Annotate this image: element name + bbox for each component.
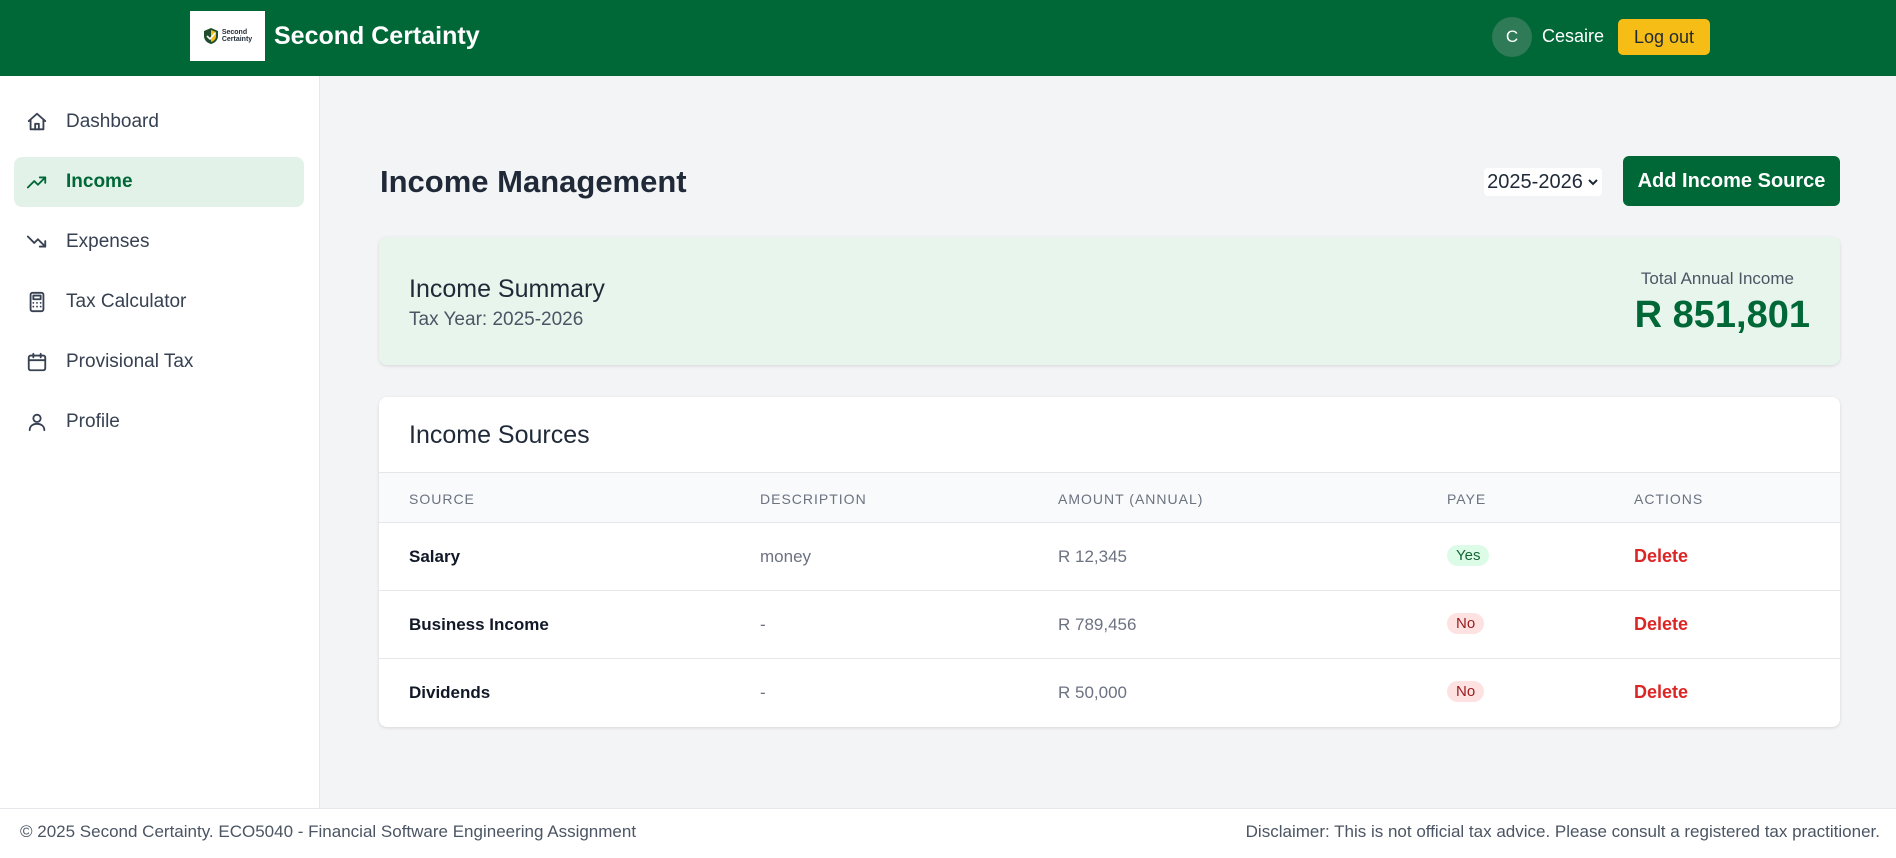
trending-up-icon bbox=[26, 176, 47, 189]
source-cell: Business Income bbox=[409, 615, 549, 634]
username: Cesaire bbox=[1542, 26, 1605, 46]
user-icon bbox=[28, 413, 46, 432]
paye-badge: No bbox=[1447, 681, 1485, 702]
footer-disclaimer: Disclaimer: This is not official tax adv… bbox=[1245, 822, 1880, 841]
sidebar: Dashboard Income Expenses Tax Calculator… bbox=[0, 76, 320, 808]
total-income-value: R 851,801 bbox=[1634, 294, 1810, 336]
sidebar-item-provisional-tax[interactable]: Provisional Tax bbox=[14, 337, 304, 387]
column-header-actions: ACTIONS bbox=[1634, 491, 1704, 507]
chevron-down-icon bbox=[1588, 179, 1598, 186]
sidebar-item-label: Dashboard bbox=[66, 111, 159, 132]
footer-copyright: © 2025 Second Certainty. ECO5040 - Finan… bbox=[20, 822, 637, 841]
logo-wordmark: Second Certainty bbox=[222, 29, 252, 43]
summary-tax-year: Tax Year: 2025-2026 bbox=[409, 309, 584, 330]
logo-text-2: Certainty bbox=[221, 36, 253, 43]
table-row: Business Income - R 789,456 No Delete bbox=[379, 591, 1840, 659]
table-row: Dividends - R 50,000 No Delete bbox=[379, 659, 1840, 727]
delete-button[interactable]: Delete bbox=[1634, 614, 1688, 635]
column-header-paye: PAYE bbox=[1447, 491, 1487, 507]
amount-cell: R 50,000 bbox=[1058, 683, 1127, 702]
delete-button[interactable]: Delete bbox=[1634, 546, 1688, 567]
avatar[interactable]: C bbox=[1492, 17, 1532, 57]
tax-year-select-value: 2025-2026 bbox=[1487, 170, 1583, 193]
description-cell: - bbox=[760, 615, 766, 634]
logo[interactable]: Second Certainty bbox=[190, 11, 265, 61]
trending-down-icon bbox=[26, 235, 47, 248]
paye-badge: Yes bbox=[1447, 545, 1490, 566]
logout-button[interactable]: Log out bbox=[1618, 19, 1710, 55]
column-header-description: DESCRIPTION bbox=[760, 491, 867, 507]
page-title: Income Management bbox=[380, 164, 687, 199]
total-income-label: Total Annual Income bbox=[1640, 269, 1794, 288]
sidebar-item-profile[interactable]: Profile bbox=[14, 397, 304, 447]
table-row: Salary money R 12,345 Yes Delete bbox=[379, 523, 1840, 591]
sidebar-item-label: Income bbox=[66, 171, 133, 192]
description-cell: - bbox=[760, 683, 766, 702]
shield-logo-icon bbox=[203, 28, 218, 44]
tax-year-select[interactable]: 2025-2026 bbox=[1484, 168, 1602, 196]
paye-badge: No bbox=[1447, 613, 1485, 634]
sidebar-item-label: Profile bbox=[66, 411, 120, 432]
calculator-icon bbox=[29, 291, 45, 313]
sidebar-item-label: Tax Calculator bbox=[66, 291, 187, 312]
table-header: SOURCE DESCRIPTION AMOUNT (ANNUAL) PAYE … bbox=[379, 472, 1840, 523]
summary-title: Income Summary bbox=[409, 275, 605, 303]
source-cell: Salary bbox=[409, 547, 461, 566]
sidebar-item-expenses[interactable]: Expenses bbox=[14, 217, 304, 267]
source-cell: Dividends bbox=[409, 683, 491, 702]
description-cell: money bbox=[760, 547, 812, 566]
top-navbar: Second Certainty Second Certainty C Cesa… bbox=[0, 0, 1896, 76]
sidebar-item-label: Expenses bbox=[66, 231, 150, 252]
sidebar-item-label: Provisional Tax bbox=[66, 351, 194, 372]
income-sources-title: Income Sources bbox=[409, 421, 590, 449]
delete-button[interactable]: Delete bbox=[1634, 682, 1688, 703]
amount-cell: R 789,456 bbox=[1058, 615, 1137, 634]
amount-cell: R 12,345 bbox=[1058, 547, 1127, 566]
sidebar-item-income[interactable]: Income bbox=[14, 157, 304, 207]
logo-text-1: Second bbox=[221, 29, 248, 36]
income-sources-card: Income Sources SOURCE DESCRIPTION AMOUNT… bbox=[379, 397, 1840, 727]
add-income-source-button[interactable]: Add Income Source bbox=[1623, 156, 1840, 206]
sidebar-item-dashboard[interactable]: Dashboard bbox=[14, 97, 304, 147]
home-icon bbox=[27, 112, 47, 131]
calendar-icon bbox=[27, 352, 47, 372]
sidebar-item-tax-calculator[interactable]: Tax Calculator bbox=[14, 277, 304, 327]
brand-name[interactable]: Second Certainty bbox=[274, 22, 480, 51]
income-summary-card: Income Summary Tax Year: 2025-2026 Total… bbox=[379, 237, 1840, 365]
column-header-amount: AMOUNT (ANNUAL) bbox=[1058, 491, 1204, 507]
column-header-source: SOURCE bbox=[409, 491, 475, 507]
